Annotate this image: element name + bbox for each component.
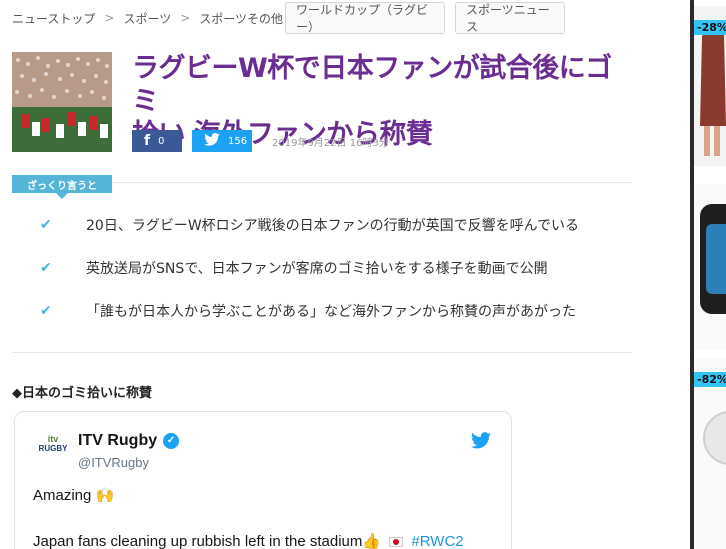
breadcrumb-sports[interactable]: スポーツ [123, 10, 171, 27]
japan-flag-icon [389, 537, 404, 548]
twitter-share-button[interactable]: 156 [192, 130, 252, 152]
summary-points: ✔ 20日、ラグビーW杯ロシア戦後の日本ファンの行動が英国で反響を呼んでいる ✔… [40, 215, 640, 344]
check-icon: ✔ [40, 217, 52, 233]
breadcrumb-separator: > [104, 11, 115, 25]
avatar[interactable]: itv RUGBY [37, 434, 69, 466]
check-icon: ✔ [40, 260, 52, 276]
tag-sports-news[interactable]: スポーツニュース [455, 2, 565, 34]
verified-badge-icon: ✓ [163, 433, 180, 449]
ad-smartwatch-image[interactable] [694, 184, 726, 350]
breadcrumb-news-top[interactable]: ニューストップ [12, 10, 95, 27]
tweet-hashtag-link[interactable]: #RWC2 [411, 533, 463, 549]
summary-point: ✔ 「誰もが日本人から学ぶことがある」など海外ファンから称賛の声があがった [40, 301, 640, 344]
discount-badge: -82% [694, 372, 726, 387]
twitter-bird-icon[interactable] [471, 432, 491, 450]
facebook-share-button[interactable]: f 0 [132, 130, 182, 152]
tweet-text-line-1: Amazing 🙌 [33, 487, 115, 504]
tweet-author-name-text: ITV Rugby [78, 432, 158, 449]
twitter-icon [204, 132, 220, 150]
facebook-icon: f [144, 133, 151, 149]
ad-dress-image[interactable]: -28% [694, 6, 726, 166]
ad-product-image[interactable]: -82% [694, 358, 726, 549]
tag-rugby-world-cup[interactable]: ワールドカップ（ラグビー） [285, 2, 445, 34]
article-title-line-1: ラグビーW杯で日本ファンが試合後にゴミ [132, 53, 612, 117]
tweet-text: Japan fans cleaning up rubbish left in t… [33, 533, 382, 549]
publish-date: 2019年9月22日 16時3分 [272, 138, 389, 149]
embedded-tweet[interactable]: itv RUGBY ITV Rugby ✓ @ITVRugby Amazing … [14, 411, 512, 549]
avatar-logo-line-1: itv [47, 434, 59, 444]
facebook-share-count: 0 [158, 135, 165, 147]
tweet-text-line-2: Japan fans cleaning up rubbish left in t… [33, 532, 464, 549]
divider [12, 352, 632, 353]
summary-point-text: 「誰もが日本人から学ぶことがある」など海外ファンから称賛の声があがった [86, 304, 576, 320]
summary-point-text: 20日、ラグビーW杯ロシア戦後の日本ファンの行動が英国で反響を呼んでいる [86, 218, 579, 234]
breadcrumb-other-sports[interactable]: スポーツその他 [199, 10, 283, 27]
article-thumbnail [12, 52, 112, 152]
tweet-author-handle[interactable]: @ITVRugby [78, 455, 149, 470]
summary-point: ✔ 20日、ラグビーW杯ロシア戦後の日本ファンの行動が英国で反響を呼んでいる [40, 215, 640, 258]
discount-badge: -28% [694, 20, 726, 35]
breadcrumb: ニューストップ > スポーツ > スポーツその他 [12, 2, 283, 34]
section-heading: ◆日本のゴミ拾いに称賛 [12, 386, 152, 401]
summary-label: ざっくり言うと [12, 175, 112, 199]
twitter-share-count: 156 [228, 135, 248, 147]
breadcrumb-separator: > [180, 11, 191, 25]
tweet-author-name[interactable]: ITV Rugby ✓ [78, 432, 180, 450]
summary-point: ✔ 英放送局がSNSで、日本ファンが客席のゴミ拾いをする様子を動画で公開 [40, 258, 640, 301]
check-icon: ✔ [40, 303, 52, 319]
summary-point-text: 英放送局がSNSで、日本ファンが客席のゴミ拾いをする様子を動画で公開 [86, 261, 548, 277]
avatar-logo-line-2: RUGBY [38, 444, 68, 453]
